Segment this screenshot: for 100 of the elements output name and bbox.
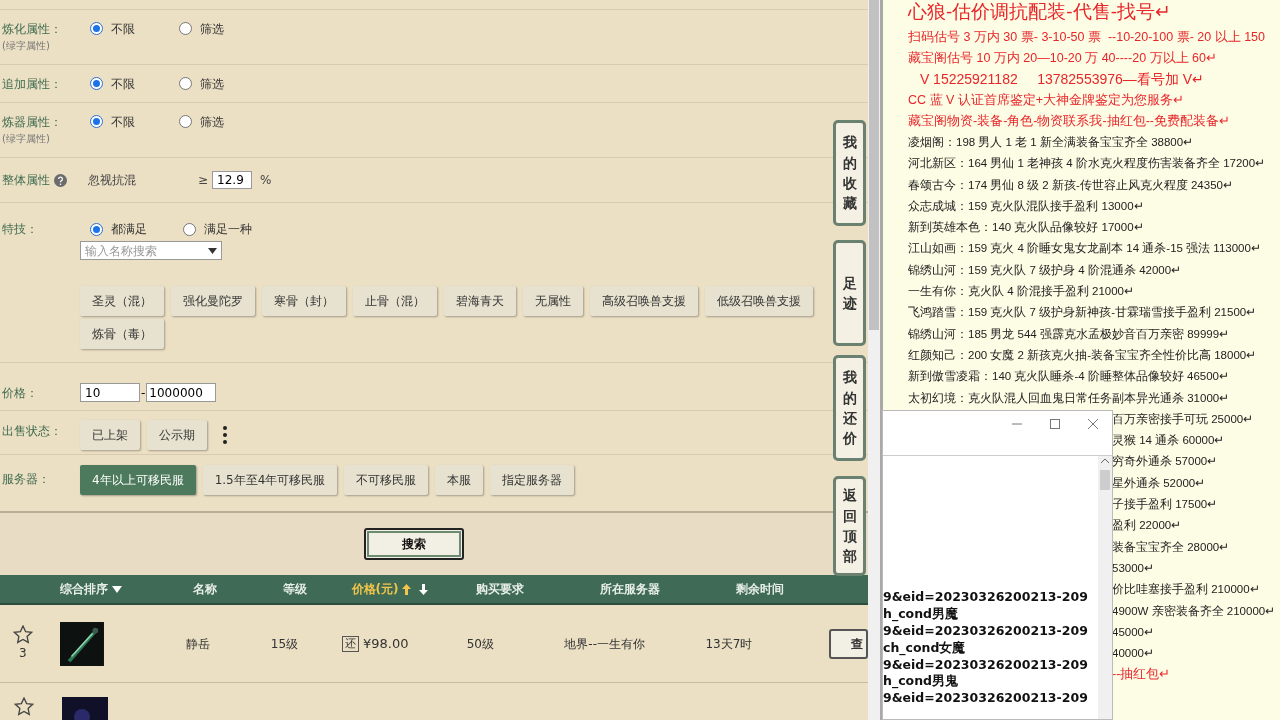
field-label: 追加属性：	[2, 75, 63, 93]
filter-chip[interactable]: 炼骨（毒）	[80, 319, 164, 349]
buy-requirement: 50级	[465, 635, 495, 653]
item-price: ¥98.00	[363, 634, 409, 653]
field-note: (绿字属性)	[2, 132, 51, 146]
filter-chip[interactable]: 4年以上可移民服	[80, 465, 196, 495]
document-line: 众志成城：159 克火队混队接手盈利 13000↵	[908, 198, 1144, 214]
search-button[interactable]: 搜索	[364, 528, 464, 560]
scroll-up-icon[interactable]	[1101, 458, 1109, 464]
column-header: 购买要求	[476, 581, 524, 598]
document-line: 太初幻境：克火队混人回血鬼日常任务副本异光通杀 31000↵	[908, 390, 1230, 406]
filter-chip[interactable]: 指定服务器	[490, 465, 575, 495]
document-line: 星外通杀 52000↵	[1112, 475, 1206, 491]
url-text: h_cond男鬼	[883, 673, 959, 691]
document-line: 凌烟阁：198 男人 1 老 1 新全满装备宝宝齐全 38800↵	[908, 135, 1194, 150]
document-line: V 15225921182 13782553976—看号加 V↵	[918, 70, 1205, 89]
side-tab[interactable]: 我的收藏	[833, 120, 866, 226]
document-line: 价比哇塞接手盈利 210000↵	[1112, 582, 1260, 598]
document-line: 新到傲雪凌霜：140 克火队睡杀-4 阶睡整体品像较好 46500↵	[908, 369, 1229, 385]
document-line: 春颂古今：174 男仙 8 级 2 新孩-传世容止风克火程度 24350↵	[908, 177, 1233, 193]
filter-chip[interactable]: 低级召唤兽支援	[705, 286, 813, 316]
caret-icon	[208, 247, 217, 254]
star-icon[interactable]	[14, 697, 34, 716]
star-icon[interactable]	[12, 625, 33, 644]
radio-option[interactable]: 不限	[90, 19, 135, 38]
filter-chip[interactable]: 寒骨（封）	[262, 286, 346, 316]
url-text: 9&eid=20230326200213-209	[883, 623, 1089, 640]
filter-chip[interactable]: 本服	[435, 465, 484, 495]
document-line: 扫码估号 3 万内 30 票- 3-10-50 票 --10-20-100 票- 20 以上 150	[908, 29, 1265, 46]
url-text: h_cond男魔	[883, 606, 959, 623]
document-line: 53000↵	[1112, 560, 1154, 576]
radio-option[interactable]: 筛选	[179, 19, 224, 38]
side-tab[interactable]: 足迹	[833, 240, 866, 346]
max-price-input[interactable]: 1000000	[146, 383, 217, 402]
filter-chip[interactable]: 圣灵（混）	[80, 286, 164, 316]
document-line: 子接手盈利 17500↵	[1112, 497, 1218, 513]
range-separator: -	[141, 384, 146, 402]
document-line: 藏宝阁估号 10 万内 20—10-20 万 40----20 万以上 60↵	[908, 50, 1217, 67]
favorite-count: 3	[19, 645, 27, 662]
help-icon[interactable]	[54, 173, 67, 187]
field-label: 服务器：	[1, 471, 51, 488]
operator: ≥	[198, 172, 209, 189]
field-label: 价格：	[1, 384, 39, 402]
arrow-up-icon	[402, 583, 412, 595]
scroll-thumb[interactable]	[1100, 470, 1110, 490]
radio-option[interactable]: 都满足	[90, 220, 147, 238]
document-line: 灵猴 14 通杀 60000↵	[1112, 433, 1225, 449]
document-line: 40000↵	[1112, 646, 1154, 662]
radio-option[interactable]: 满足一种	[183, 220, 252, 238]
field-label: 炼器属性：	[2, 114, 63, 131]
bargain-badge: 还	[342, 635, 359, 652]
document-line: 穷奇外通杀 57000↵	[1112, 454, 1218, 470]
scrollbar[interactable]	[868, 0, 880, 720]
field-label: 整体属性	[2, 172, 50, 189]
url-text: 9&eid=20230326200213-209	[883, 656, 1089, 674]
filter-chip[interactable]: 碧海青天	[444, 286, 516, 316]
filter-chip[interactable]: 强化曼陀罗	[171, 286, 255, 316]
item-name[interactable]: 静岳	[145, 634, 251, 653]
close-icon[interactable]	[1088, 419, 1098, 429]
column-header: 名称	[193, 581, 217, 598]
arrow-down-icon[interactable]	[419, 583, 429, 595]
radio-option[interactable]: 不限	[90, 74, 135, 93]
sort-menu[interactable]: 综合排序	[60, 580, 122, 598]
column-header: 所在服务器	[600, 581, 660, 598]
document-line: 新到英雄本色：140 克火队品像较好 17000↵	[908, 220, 1144, 236]
remaining-time: 13天7时	[704, 635, 754, 653]
filter-chip[interactable]: 1.5年至4年可移民服	[202, 465, 338, 495]
value-input[interactable]: 12.9	[212, 171, 253, 189]
document-line: 一生有你：克火队 4 阶混接手盈利 21000↵	[908, 284, 1134, 300]
filter-chip[interactable]: 无属性	[523, 286, 583, 316]
scrollbar[interactable]	[1098, 456, 1112, 719]
more-icon[interactable]	[222, 425, 228, 445]
document-line: 河北新区：164 男仙 1 老神孩 4 阶水克火程度伤害装备齐全 17200↵	[908, 156, 1266, 172]
filter-chip[interactable]: 止骨（混）	[353, 286, 437, 316]
document-line: 装备宝宝齐全 28000↵	[1112, 539, 1230, 555]
side-tab[interactable]: 返回顶部	[833, 476, 866, 576]
radio-option[interactable]: 筛选	[179, 112, 224, 131]
filter-chip[interactable]: 不可移民服	[344, 465, 429, 495]
document-line: 锦绣山河：185 男龙 544 强霹克水孟极妙音百万亲密 89999↵	[908, 326, 1230, 342]
filter-chip[interactable]: 高级召唤兽支援	[590, 286, 698, 316]
field-note: (绿字属性)	[2, 39, 51, 53]
filter-chip[interactable]: 已上架	[80, 420, 140, 450]
side-tab[interactable]: 我的还价	[833, 355, 866, 461]
document-line: 盈利 22000↵	[1112, 518, 1182, 534]
column-header[interactable]: 价格(元)	[351, 580, 412, 598]
radio-option[interactable]: 筛选	[179, 74, 224, 93]
maximize-icon[interactable]	[1050, 419, 1060, 429]
column-header: 等级	[283, 581, 307, 598]
caret-icon	[112, 585, 122, 593]
document-line: 心狼-估价调抗配装-代售-找号↵	[908, 0, 1171, 24]
attribute-name: 忽视抗混	[88, 172, 137, 189]
filter-chip[interactable]: 公示期	[147, 420, 207, 450]
document-line: 藏宝阁物资-装备-角色-物资联系我-抽红包--免费配装备↵	[908, 113, 1230, 130]
min-price-input[interactable]: 10	[80, 383, 140, 402]
unit-label: %	[260, 172, 272, 189]
radio-option[interactable]: 不限	[90, 112, 135, 131]
document-line: 45000↵	[1112, 624, 1154, 640]
field-label: 出售状态：	[1, 423, 63, 440]
view-button[interactable]: 查	[828, 628, 868, 659]
url-text: 9&eid=20230326200213-209	[883, 589, 1089, 607]
